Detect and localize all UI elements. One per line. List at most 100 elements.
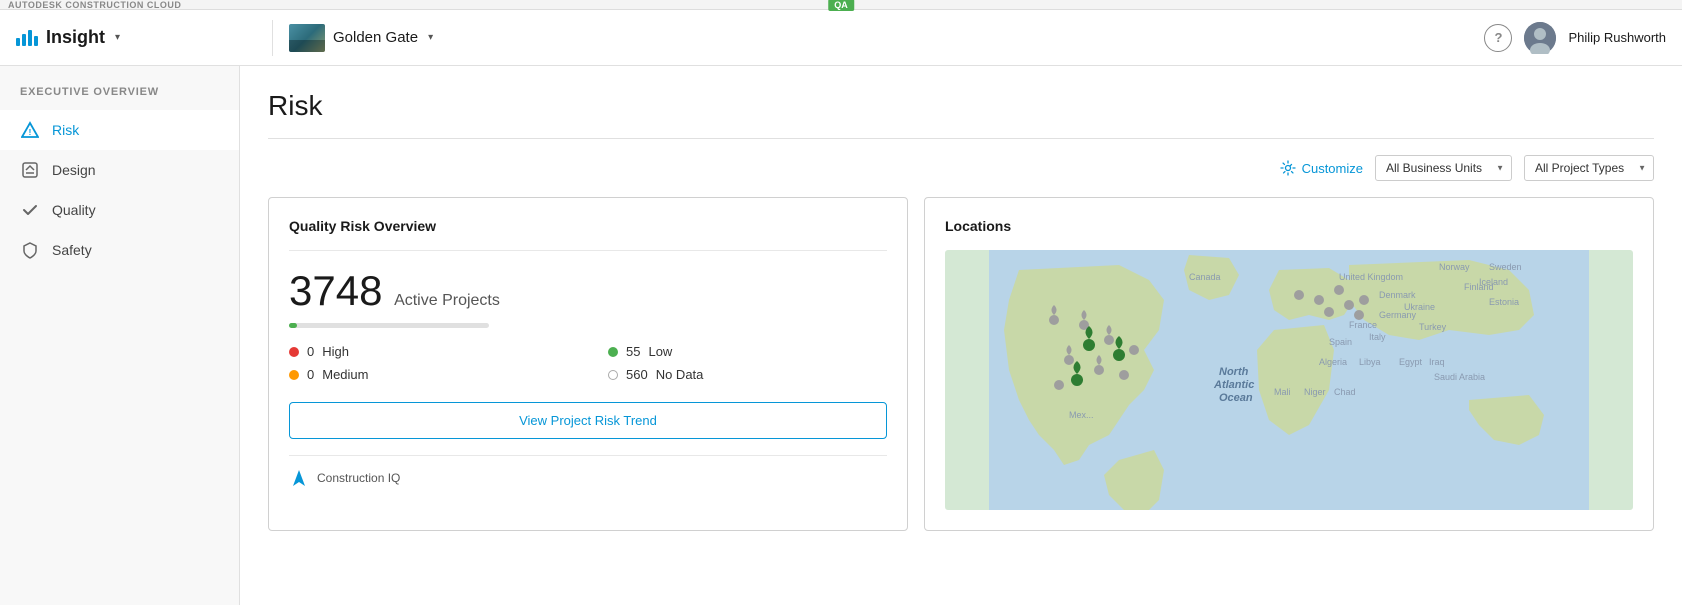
- map-pin-eu-4: [1344, 300, 1354, 310]
- autodesk-logo: AUTODESK CONSTRUCTION CLOUD: [8, 0, 181, 10]
- map-pin-6: [1129, 345, 1139, 355]
- stat-medium: 0 Medium: [289, 367, 568, 382]
- progress-bar-container: [289, 323, 887, 328]
- header-right: ? Philip Rushworth: [1484, 22, 1666, 54]
- stat-high: 0 High: [289, 344, 568, 359]
- map-pin-eu-5: [1359, 295, 1369, 305]
- svg-text:Chad: Chad: [1334, 387, 1356, 397]
- sidebar: EXECUTIVE OVERVIEW ! Risk Design Quality…: [0, 66, 240, 605]
- sidebar-item-risk-label: Risk: [52, 122, 79, 138]
- low-value: 55: [626, 344, 640, 359]
- quality-risk-card-divider: [289, 250, 887, 251]
- layout: EXECUTIVE OVERVIEW ! Risk Design Quality…: [0, 66, 1682, 605]
- app-branding: Insight ▾: [16, 27, 256, 48]
- project-types-filter-wrapper[interactable]: All Project Types: [1524, 155, 1654, 181]
- cards-row: Quality Risk Overview 3748 Active Projec…: [268, 197, 1654, 531]
- medium-value: 0: [307, 367, 314, 382]
- medium-dot: [289, 370, 299, 380]
- svg-text:Algeria: Algeria: [1319, 357, 1347, 367]
- project-thumbnail: [289, 24, 325, 52]
- map-pin-eu-6: [1354, 310, 1364, 320]
- project-name: Golden Gate: [333, 29, 418, 46]
- design-icon: [20, 160, 40, 180]
- sidebar-section-label: EXECUTIVE OVERVIEW: [0, 86, 239, 110]
- customize-label: Customize: [1302, 161, 1363, 176]
- svg-text:Turkey: Turkey: [1419, 322, 1447, 332]
- app-title[interactable]: Insight: [46, 27, 105, 48]
- map-pin-eu-2: [1314, 295, 1324, 305]
- project-types-filter[interactable]: All Project Types: [1524, 155, 1654, 181]
- business-units-filter-wrapper[interactable]: All Business Units: [1375, 155, 1512, 181]
- project-dropdown-arrow[interactable]: ▾: [428, 32, 433, 43]
- high-label: High: [322, 344, 349, 359]
- svg-text:!: !: [29, 128, 32, 137]
- map-pin-eu-3: [1334, 285, 1344, 295]
- sidebar-item-safety[interactable]: Safety: [0, 230, 239, 270]
- sidebar-item-quality-label: Quality: [52, 202, 96, 218]
- business-units-filter[interactable]: All Business Units: [1375, 155, 1512, 181]
- svg-text:Spain: Spain: [1329, 337, 1352, 347]
- active-projects-label: Active Projects: [394, 292, 500, 309]
- low-label: Low: [648, 344, 672, 359]
- high-value: 0: [307, 344, 314, 359]
- map-pin-eu-7: [1324, 307, 1334, 317]
- active-projects-count: 3748: [289, 267, 382, 314]
- insight-icon: [16, 30, 38, 46]
- construction-iq-icon: [289, 468, 309, 488]
- medium-label: Medium: [322, 367, 368, 382]
- main-content: Risk Customize All Business Units All Pr…: [240, 66, 1682, 605]
- page-title: Risk: [268, 90, 1654, 122]
- qa-badge: QA: [828, 0, 854, 11]
- svg-text:Italy: Italy: [1369, 332, 1386, 342]
- sidebar-item-design[interactable]: Design: [0, 150, 239, 190]
- map-container: North Atlantic Ocean Iceland Norway Swed…: [945, 250, 1633, 510]
- svg-text:Ocean: Ocean: [1219, 392, 1253, 404]
- view-project-risk-trend-button[interactable]: View Project Risk Trend: [289, 402, 887, 439]
- svg-text:Mex...: Mex...: [1069, 410, 1094, 420]
- svg-text:Denmark: Denmark: [1379, 290, 1416, 300]
- construction-iq-footer: Construction IQ: [289, 455, 887, 488]
- svg-text:Estonia: Estonia: [1489, 297, 1519, 307]
- construction-iq-label: Construction IQ: [317, 471, 400, 485]
- svg-text:Mali: Mali: [1274, 387, 1291, 397]
- map-pin-8: [1054, 380, 1064, 390]
- quality-risk-card-title: Quality Risk Overview: [289, 218, 887, 234]
- low-dot: [608, 347, 618, 357]
- top-bar: AUTODESK CONSTRUCTION CLOUD QA: [0, 0, 1682, 10]
- sidebar-item-risk[interactable]: ! Risk: [0, 110, 239, 150]
- customize-button[interactable]: Customize: [1280, 160, 1363, 176]
- stat-no-data: 560 No Data: [608, 367, 887, 382]
- sidebar-item-design-label: Design: [52, 162, 96, 178]
- svg-text:Ukraine: Ukraine: [1404, 302, 1435, 312]
- quality-icon: [20, 200, 40, 220]
- svg-text:Libya: Libya: [1359, 357, 1381, 367]
- active-projects-section: 3748 Active Projects: [289, 267, 887, 315]
- svg-text:Atlantic: Atlantic: [1213, 379, 1254, 391]
- stats-grid: 0 High 55 Low 0 Medium: [289, 344, 887, 382]
- progress-bar-fill: [289, 323, 297, 328]
- map-pin-7: [1119, 370, 1129, 380]
- svg-text:Saudi Arabia: Saudi Arabia: [1434, 372, 1485, 382]
- svg-text:Sweden: Sweden: [1489, 262, 1522, 272]
- user-name: Philip Rushworth: [1568, 30, 1666, 45]
- svg-text:Norway: Norway: [1439, 262, 1470, 272]
- progress-bar: [289, 323, 489, 328]
- sidebar-item-quality[interactable]: Quality: [0, 190, 239, 230]
- locations-card-title: Locations: [945, 218, 1633, 234]
- stat-low: 55 Low: [608, 344, 887, 359]
- help-button[interactable]: ?: [1484, 24, 1512, 52]
- svg-text:Niger: Niger: [1304, 387, 1326, 397]
- safety-icon: [20, 240, 40, 260]
- high-dot: [289, 347, 299, 357]
- page-title-divider: [268, 138, 1654, 139]
- sidebar-item-safety-label: Safety: [52, 242, 92, 258]
- project-selector[interactable]: Golden Gate ▾: [289, 24, 433, 52]
- no-data-value: 560: [626, 367, 648, 382]
- no-data-dot: [608, 370, 618, 380]
- app-dropdown-arrow[interactable]: ▾: [115, 32, 120, 43]
- svg-text:Iraq: Iraq: [1429, 357, 1445, 367]
- locations-card: Locations: [924, 197, 1654, 531]
- svg-text:France: France: [1349, 320, 1377, 330]
- map-pin-eu-1: [1294, 290, 1304, 300]
- quality-risk-card: Quality Risk Overview 3748 Active Projec…: [268, 197, 908, 531]
